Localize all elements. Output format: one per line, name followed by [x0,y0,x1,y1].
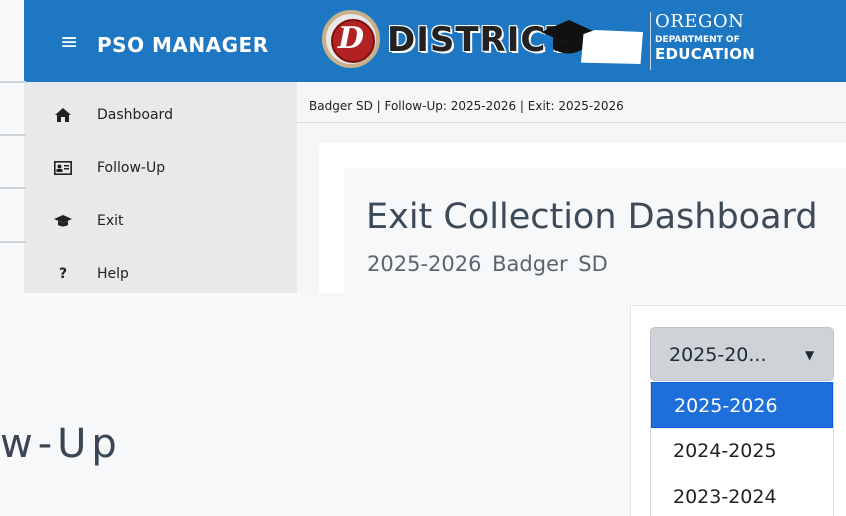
edge-divider [0,187,26,189]
home-icon [54,106,72,124]
sidebar: Dashboard Follow-Up Exit ? Help [24,82,297,293]
sidebar-item-label: Help [97,265,129,282]
sidebar-item-follow-up[interactable]: Follow-Up [24,141,297,194]
hamburger-menu-icon[interactable]: ≡ [60,28,78,58]
year-select-options: 2025-2026 2024-2025 2023-2024 [650,382,834,516]
question-icon: ? [58,265,68,282]
app-title[interactable]: PSO MANAGER [97,31,269,59]
year-select-value: 2025-20... [669,344,767,366]
follow-up-heading-fragment: w-Up [0,421,122,467]
top-navbar: ≡ PSO MANAGER D DISTRICT OREGON DEPARTME… [24,0,846,82]
breadcrumb: Badger SD | Follow-Up: 2025-2026 | Exit:… [309,99,624,113]
sidebar-item-label: Exit [97,212,124,229]
id-card-icon [54,159,72,177]
caret-down-icon: ▼ [805,348,815,362]
edge-divider [0,134,26,136]
edge-divider [0,81,26,83]
sidebar-item-label: Follow-Up [97,159,166,176]
ode-edu-label: EDUCATION [655,45,756,63]
edge-divider [0,241,26,243]
oregon-state-shape-icon [581,30,643,64]
year-option[interactable]: 2023-2024 [651,474,833,516]
sidebar-item-dashboard[interactable]: Dashboard [24,88,297,141]
district-logo-letter: D [337,21,364,56]
sidebar-item-help[interactable]: ? Help [24,247,297,293]
ode-dept-label: DEPARTMENT OF [655,35,740,45]
sidebar-item-label: Dashboard [97,106,173,123]
year-select-button[interactable]: 2025-20... ▼ [650,327,834,381]
breadcrumb-divider [297,122,846,123]
page-title: Exit Collection Dashboard [366,197,818,237]
page-subtitle: 2025-2026 Badger SD [367,252,608,276]
screenshot-root: ≡ PSO MANAGER D DISTRICT OREGON DEPARTME… [0,0,846,516]
year-option[interactable]: 2024-2025 [651,428,833,474]
oregon-education-logo: OREGON DEPARTMENT OF EDUCATION [650,12,780,70]
dropdown-panel-border [631,305,846,306]
ode-state-label: OREGON [655,11,745,32]
graduation-cap-icon [54,212,72,230]
app-panel: ≡ PSO MANAGER D DISTRICT OREGON DEPARTME… [24,0,846,293]
district-logo-icon: D [322,10,380,68]
sidebar-item-exit[interactable]: Exit [24,194,297,247]
year-option[interactable]: 2025-2026 [651,382,833,428]
